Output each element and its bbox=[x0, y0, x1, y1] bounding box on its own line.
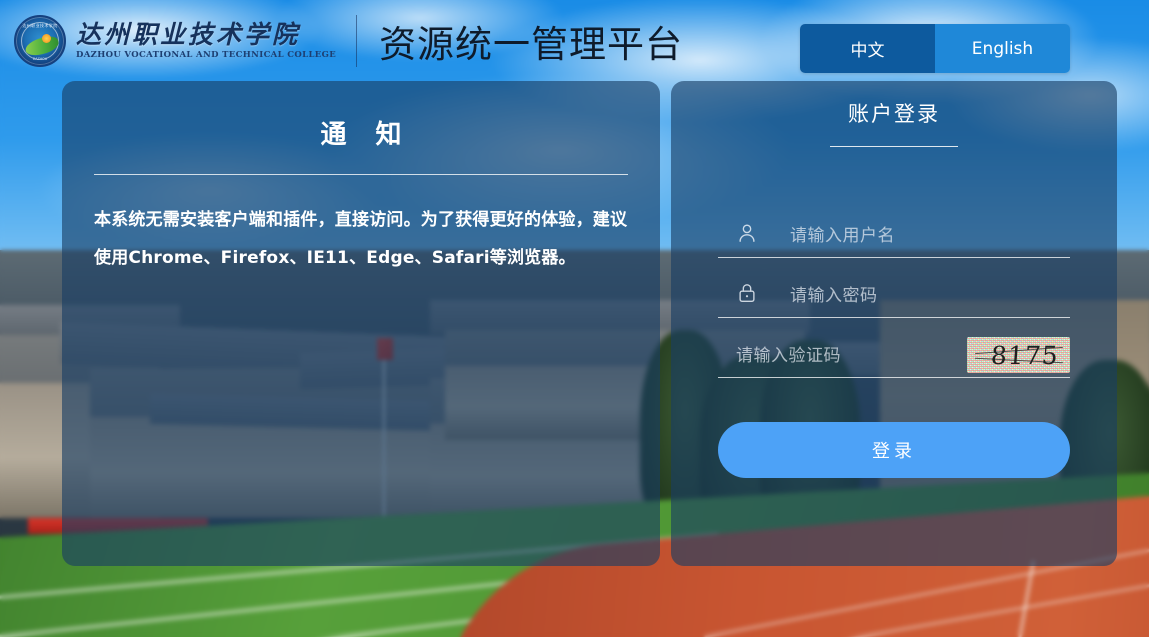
notice-body-text: 本系统无需安装客户端和插件，直接访问。为了获得更好的体验，建议使用Chrome、… bbox=[94, 210, 628, 268]
notice-divider bbox=[94, 174, 628, 175]
header-divider bbox=[356, 14, 358, 67]
captcha-field-row[interactable]: 请输入验证码 8175 bbox=[718, 329, 1070, 378]
username-input[interactable]: 请输入用户名 bbox=[790, 221, 895, 246]
login-panel: 账户登录 请输入用户名 请输入密码 请输入验证码 8175 登录 bbox=[671, 81, 1117, 566]
login-panel-title: 账户登录 bbox=[848, 102, 940, 126]
language-switcher[interactable]: 中文 English bbox=[800, 24, 1070, 73]
login-button[interactable]: 登录 bbox=[718, 422, 1070, 478]
lock-icon bbox=[736, 282, 758, 304]
username-field-row[interactable]: 请输入用户名 bbox=[718, 209, 1070, 258]
password-input[interactable]: 请输入密码 bbox=[790, 281, 878, 306]
login-title-divider bbox=[830, 146, 958, 147]
captcha-input[interactable]: 请输入验证码 bbox=[736, 341, 841, 366]
college-crest-icon: 达州职业技术学院 DAZHOU bbox=[14, 14, 66, 67]
crest-arc-bottom-text: DAZHOU bbox=[32, 56, 48, 61]
brand-text: 达州职业技术学院 DAZHOU VOCATIONAL AND TECHNICAL… bbox=[76, 21, 336, 61]
notice-panel: 通 知 本系统无需安装客户端和插件，直接访问。为了获得更好的体验，建议使用Chr… bbox=[62, 81, 660, 566]
captcha-code-text: 8175 bbox=[989, 340, 1060, 370]
login-page: 达州职业技术学院 DAZHOU 达州职业技术学院 DAZHOU VOCATION… bbox=[0, 0, 1149, 637]
login-form: 请输入用户名 请输入密码 请输入验证码 8175 bbox=[718, 209, 1070, 378]
crest-arc-top-text: 达州职业技术学院 bbox=[22, 22, 58, 28]
user-icon bbox=[736, 222, 758, 244]
college-name-en: DAZHOU VOCATIONAL AND TECHNICAL COLLEGE bbox=[76, 50, 337, 61]
language-button-chinese[interactable]: 中文 bbox=[800, 24, 935, 73]
page-header: 达州职业技术学院 DAZHOU 达州职业技术学院 DAZHOU VOCATION… bbox=[0, 0, 1149, 81]
brand: 达州职业技术学院 DAZHOU 达州职业技术学院 DAZHOU VOCATION… bbox=[14, 14, 336, 67]
college-name-cn: 达州职业技术学院 bbox=[76, 19, 301, 49]
page-title: 资源统一管理平台 bbox=[379, 22, 684, 66]
password-field-row[interactable]: 请输入密码 bbox=[718, 269, 1070, 318]
language-button-english[interactable]: English bbox=[935, 24, 1070, 73]
notice-title: 通 知 bbox=[320, 120, 412, 150]
crest-sun bbox=[42, 33, 51, 43]
captcha-image[interactable]: 8175 bbox=[967, 337, 1070, 373]
